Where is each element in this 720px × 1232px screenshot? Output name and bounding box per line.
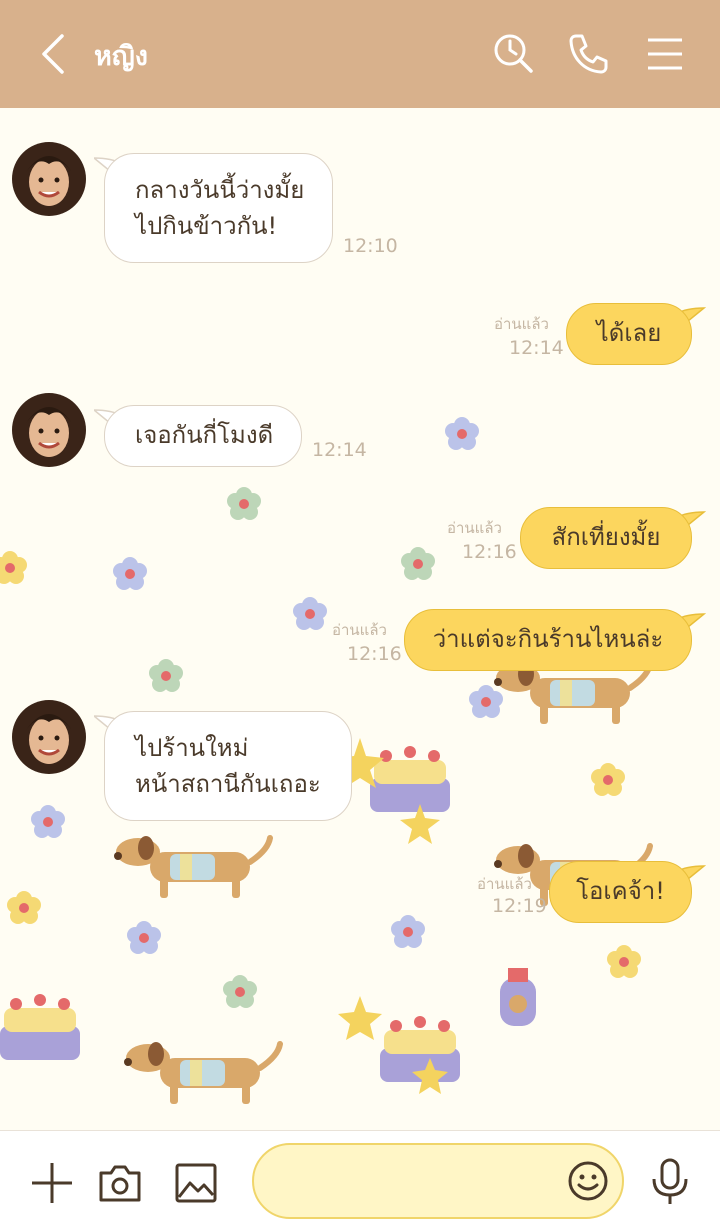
chat-area[interactable]: กลางวันนี้ว่างมั้ย ไปกินข้าวกัน! 12:10 อ… [0, 108, 720, 1130]
message-time: 12:14 [509, 337, 564, 359]
message-time: 12:14 [312, 439, 367, 461]
plus-icon[interactable] [28, 1159, 76, 1211]
chat-title: หญิง [94, 41, 148, 72]
message-time: 12:10 [343, 235, 398, 257]
message-bubble-outgoing[interactable]: ว่าแต่จะกินร้านไหนล่ะ [404, 609, 692, 671]
read-receipt: อ่านแล้ว [447, 519, 502, 537]
message-input[interactable] [276, 1161, 556, 1201]
contact-avatar[interactable] [12, 393, 86, 467]
camera-icon[interactable] [96, 1159, 144, 1211]
read-receipt: อ่านแล้ว [332, 621, 387, 639]
back-icon[interactable] [34, 30, 74, 78]
emoji-icon[interactable] [566, 1159, 610, 1207]
input-toolbar [0, 1130, 720, 1232]
microphone-icon[interactable] [648, 1157, 692, 1211]
read-receipt: อ่านแล้ว [477, 875, 532, 893]
message-bubble-outgoing[interactable]: ได้เลย [566, 303, 692, 365]
message-bubble-incoming[interactable]: ไปร้านใหม่ หน้าสถานีกันเถอะ [104, 711, 352, 821]
message-time: 12:16 [347, 643, 402, 665]
contact-avatar[interactable] [12, 700, 86, 774]
message-time: 12:16 [462, 541, 517, 563]
search-icon[interactable] [490, 30, 538, 78]
message-input-box[interactable] [252, 1143, 624, 1219]
contact-avatar[interactable] [12, 142, 86, 216]
message-bubble-outgoing[interactable]: สักเที่ยงมั้ย [520, 507, 692, 569]
message-bubble-incoming[interactable]: กลางวันนี้ว่างมั้ย ไปกินข้าวกัน! [104, 153, 333, 263]
phone-icon[interactable] [564, 30, 612, 78]
message-bubble-incoming[interactable]: เจอกันกี่โมงดี [104, 405, 302, 467]
read-receipt: อ่านแล้ว [494, 315, 549, 333]
message-bubble-outgoing[interactable]: โอเคจ้า! [549, 861, 692, 923]
message-time: 12:19 [492, 895, 547, 917]
image-icon[interactable] [172, 1159, 220, 1211]
header-bar: หญิง [0, 0, 720, 108]
menu-icon[interactable] [642, 30, 690, 78]
